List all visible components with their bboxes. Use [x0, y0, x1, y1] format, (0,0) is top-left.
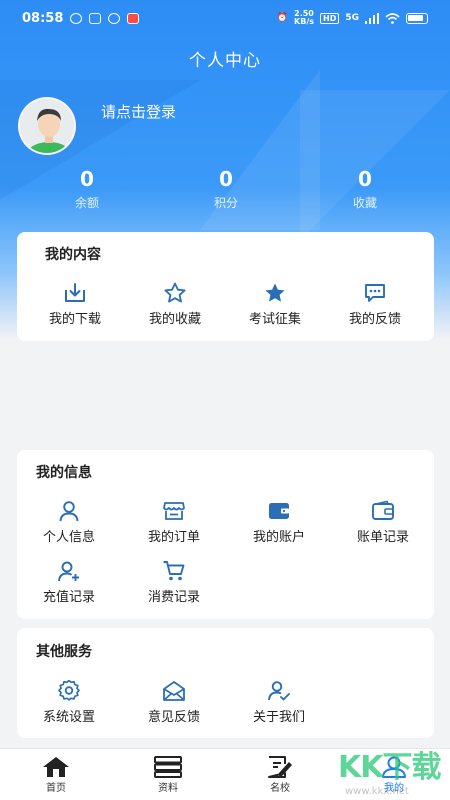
- wifi-icon: [385, 12, 400, 24]
- app-notification-icon: [89, 12, 102, 24]
- my-info-card: 我的信息 个人信息 我的订单 我的账户 账单记录 充值记录 消费记录: [17, 450, 434, 619]
- menu-item-my-feedback[interactable]: 我的反馈: [325, 282, 425, 327]
- menu-item-personal-info[interactable]: 个人信息: [19, 500, 119, 545]
- menu-item-label: 个人信息: [42, 530, 95, 545]
- person-icon: [59, 501, 79, 522]
- tab-famous-schools[interactable]: 名校: [235, 756, 325, 794]
- tab-home[interactable]: 首页: [11, 756, 101, 794]
- store-icon: [163, 502, 185, 520]
- status-bar: 08:58 ⏰ 2.50 KB/s HD 5G: [0, 0, 450, 36]
- person-add-icon: [58, 561, 79, 582]
- stat-value: 0: [219, 167, 233, 191]
- database-icon: [154, 756, 182, 778]
- gear-icon: [58, 680, 80, 701]
- star-filled-icon: [265, 283, 285, 302]
- stat-value: 0: [358, 167, 372, 191]
- tab-label: 首页: [46, 783, 66, 794]
- person-check-icon: [268, 681, 290, 701]
- watermark-logo: KK下载: [338, 750, 441, 785]
- menu-item-label: 我的下载: [48, 312, 101, 327]
- stat-label: 积分: [213, 196, 238, 210]
- other-services-card: 其他服务 系统设置 意见反馈 关于我们: [17, 628, 434, 738]
- star-outline-icon: [164, 282, 186, 303]
- home-icon: [43, 757, 69, 777]
- menu-item-about-us[interactable]: 关于我们: [229, 680, 329, 725]
- menu-item-system-settings[interactable]: 系统设置: [19, 680, 119, 725]
- watermark-url: www.kkx.net: [345, 786, 409, 797]
- wallet-filled-icon: [269, 503, 289, 519]
- menu-item-my-account[interactable]: 我的账户: [229, 500, 329, 545]
- stat-balance[interactable]: 0 余额: [47, 166, 127, 211]
- video-notification-icon: [127, 12, 140, 24]
- chat-icon: [365, 284, 385, 302]
- tab-label: 资料: [158, 783, 178, 794]
- menu-item-feedback[interactable]: 意见反馈: [124, 680, 224, 725]
- cart-icon: [163, 561, 185, 581]
- stat-label: 收藏: [352, 196, 377, 210]
- menu-item-label: 意见反馈: [147, 710, 200, 725]
- section-title: 我的信息: [36, 465, 92, 481]
- menu-item-label: 关于我们: [252, 710, 305, 725]
- network-speed: 2.50 KB/s: [294, 9, 314, 26]
- status-time: 08:58: [22, 10, 64, 26]
- menu-item-bill-records[interactable]: 账单记录: [333, 500, 433, 545]
- stat-points[interactable]: 0 积分: [186, 166, 266, 211]
- menu-item-my-favorites[interactable]: 我的收藏: [125, 282, 225, 327]
- wallet-icon: [372, 500, 394, 520]
- menu-item-label: 我的订单: [147, 530, 200, 545]
- login-prompt[interactable]: 请点击登录: [101, 101, 176, 122]
- menu-item-label: 充值记录: [42, 590, 95, 605]
- section-title: 其他服务: [36, 644, 92, 660]
- menu-item-label: 我的收藏: [148, 312, 201, 327]
- page-title: 个人中心: [189, 51, 261, 71]
- hd-badge: HD: [320, 12, 340, 24]
- download-icon: [65, 283, 85, 302]
- menu-item-label: 系统设置: [42, 710, 95, 725]
- menu-item-label: 消费记录: [147, 590, 200, 605]
- app-notification-icon: [108, 12, 121, 24]
- signal-icon: [365, 12, 379, 24]
- menu-item-consumption-records[interactable]: 消费记录: [124, 560, 224, 605]
- tab-materials[interactable]: 资料: [123, 756, 213, 794]
- menu-item-label: 账单记录: [356, 530, 409, 545]
- tab-label: 名校: [270, 783, 290, 794]
- section-title: 我的内容: [45, 247, 101, 263]
- edit-doc-icon: [268, 756, 292, 778]
- stat-favorites[interactable]: 0 收藏: [325, 166, 405, 211]
- menu-item-my-orders[interactable]: 我的订单: [124, 500, 224, 545]
- stat-value: 0: [80, 167, 94, 191]
- menu-item-label: 考试征集: [248, 312, 301, 327]
- menu-item-label: 我的反馈: [348, 312, 401, 327]
- menu-item-my-downloads[interactable]: 我的下载: [25, 282, 125, 327]
- my-content-card: 我的内容 我的下载 我的收藏 考试征集 我的反馈: [17, 232, 434, 341]
- mail-icon: [163, 681, 185, 701]
- stat-label: 余额: [74, 196, 99, 210]
- menu-item-exam-collection[interactable]: 考试征集: [225, 282, 325, 327]
- menu-item-recharge-records[interactable]: 充值记录: [19, 560, 119, 605]
- menu-item-label: 我的账户: [252, 530, 305, 545]
- avatar[interactable]: [18, 97, 76, 155]
- battery-icon: [406, 12, 428, 24]
- network-type: 5G: [345, 13, 359, 23]
- notification-icon: [70, 12, 83, 24]
- alarm-icon: ⏰: [276, 13, 289, 23]
